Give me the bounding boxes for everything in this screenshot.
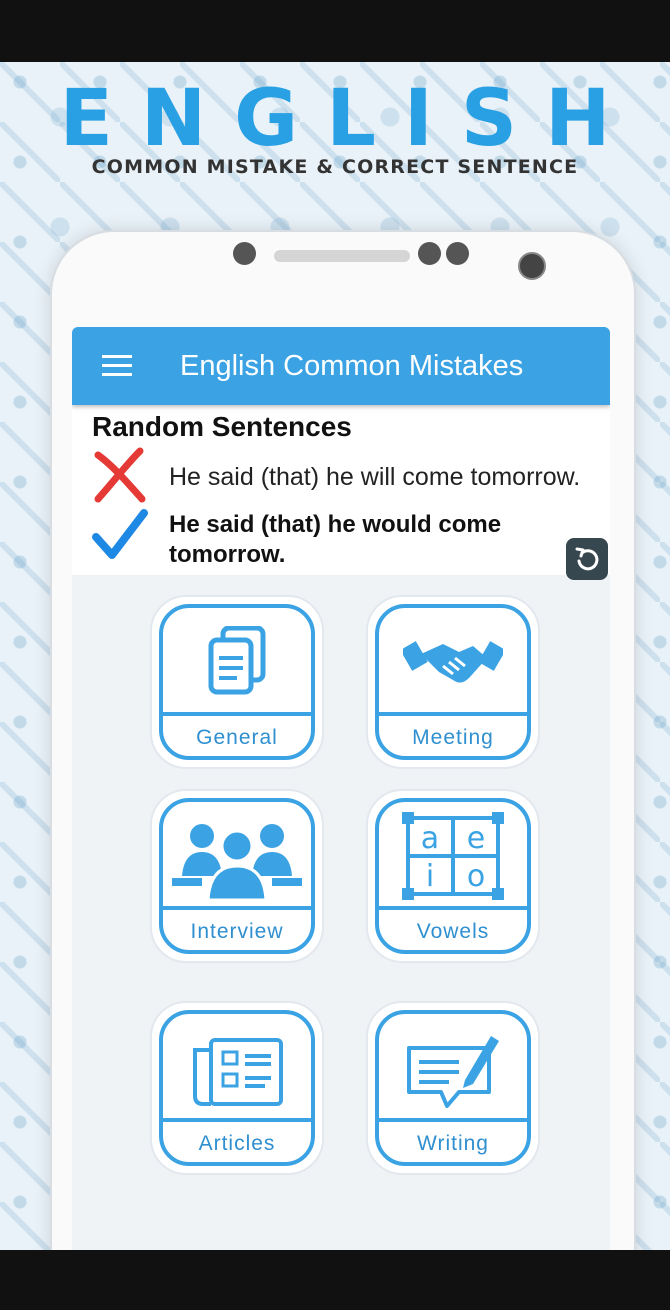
refresh-button[interactable] — [566, 538, 608, 580]
category-articles[interactable]: Articles — [150, 1001, 324, 1175]
writing-icon — [379, 1030, 527, 1110]
tile-divider — [379, 906, 527, 910]
app-title: English Common Mistakes — [180, 349, 524, 382]
hamburger-menu-icon — [102, 355, 132, 376]
category-label: Interview — [190, 920, 284, 943]
category-label: General — [196, 726, 278, 749]
handshake-icon — [379, 626, 527, 696]
vowel-letter: a — [421, 821, 439, 856]
phone-camera-icon — [233, 242, 256, 265]
random-sentences-card: Random Sentences He said (that) he will … — [72, 405, 610, 580]
phone-sensor-icon — [418, 242, 441, 265]
document-icon — [163, 626, 311, 698]
tile-divider — [163, 906, 311, 910]
newspaper-icon — [163, 1036, 311, 1108]
refresh-icon — [575, 547, 599, 571]
category-interview[interactable]: Interview — [150, 789, 324, 963]
category-label: Meeting — [412, 726, 494, 749]
app-bar: English Common Mistakes — [72, 327, 610, 405]
app-screen: English Common Mistakes Random Sentences… — [72, 327, 610, 1250]
category-vowels[interactable]: a e i o Vowels — [366, 789, 540, 963]
vowel-letter: e — [467, 821, 485, 856]
tile-frame: Meeting — [375, 604, 531, 760]
correct-check-icon — [92, 509, 148, 559]
promo-title: ENGLISH — [59, 74, 639, 164]
tile-divider — [379, 712, 527, 716]
promo-subtitle: COMMON MISTAKE & CORRECT SENTENCE — [91, 156, 579, 178]
wrong-x-icon — [94, 447, 146, 503]
phone-speaker — [274, 250, 410, 262]
vowels-grid-icon: a e i o — [379, 812, 527, 900]
category-writing[interactable]: Writing — [366, 1001, 540, 1175]
random-sentences-heading: Random Sentences — [92, 411, 352, 442]
phone-front-camera-icon — [518, 252, 546, 280]
tile-divider — [163, 1118, 311, 1122]
tile-frame: Writing — [375, 1010, 531, 1166]
tile-frame: General — [159, 604, 315, 760]
vowel-letter: o — [467, 859, 485, 894]
correct-sentence: He said (that) he would come tomorrow. — [169, 511, 502, 568]
people-icon — [163, 820, 311, 904]
category-label: Vowels — [416, 920, 490, 943]
bottom-bar — [0, 1250, 670, 1310]
category-label: Writing — [417, 1132, 489, 1155]
tile-frame: Interview — [159, 798, 315, 954]
tile-frame: a e i o Vowels — [375, 798, 531, 954]
tile-divider — [379, 1118, 527, 1122]
category-label: Articles — [198, 1132, 276, 1155]
phone-sensor-icon — [446, 242, 469, 265]
tile-frame: Articles — [159, 1010, 315, 1166]
tile-divider — [163, 712, 311, 716]
menu-button[interactable] — [72, 327, 162, 405]
category-meeting[interactable]: Meeting — [366, 595, 540, 769]
vowel-letter: i — [426, 859, 434, 894]
category-general[interactable]: General — [150, 595, 324, 769]
wrong-sentence: He said (that) he will come tomorrow. — [169, 463, 581, 491]
